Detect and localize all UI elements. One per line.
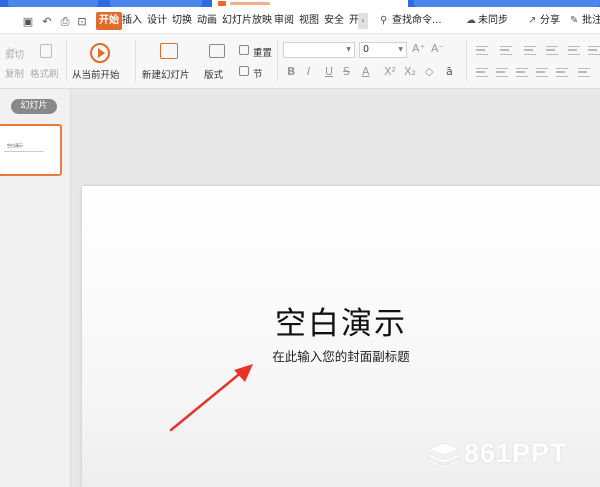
slides-panel: 幻灯片 空白演示 xyxy=(0,89,71,487)
share-icon: ↗ xyxy=(528,15,537,26)
align-center-icon[interactable] xyxy=(496,68,508,77)
menu-design[interactable]: 设计 xyxy=(145,12,169,30)
search-icon: ⚲ xyxy=(380,15,388,26)
comment-icon: ✎ xyxy=(570,15,579,26)
layers-logo-icon xyxy=(428,442,460,468)
subscript-button[interactable]: X₂ xyxy=(404,65,416,79)
review-label: 批注 xyxy=(582,15,600,26)
align-left-icon[interactable] xyxy=(476,68,488,77)
divider xyxy=(135,40,136,82)
watermark: 861PPT xyxy=(428,438,593,470)
bullets-icon[interactable] xyxy=(476,46,488,55)
clear-format-icon[interactable]: ◇ xyxy=(425,65,433,79)
columns-icon[interactable] xyxy=(578,68,590,77)
slide-thumbnail[interactable]: 空白演示 xyxy=(0,124,62,176)
paintbrush-icon xyxy=(40,44,52,58)
divider xyxy=(466,40,467,82)
slide-subtitle[interactable]: 在此输入您的封面副标题 xyxy=(82,346,600,365)
cut-button[interactable]: 剪切 xyxy=(5,47,24,61)
section-button[interactable]: 节 xyxy=(253,66,263,80)
chevron-down-icon: ▼ xyxy=(346,46,351,53)
new-slide-button[interactable]: 新建幻灯片 xyxy=(142,67,190,81)
document-tab[interactable] xyxy=(110,0,202,7)
menu-view[interactable]: 视图 xyxy=(297,12,321,30)
reset-button[interactable]: 重置 xyxy=(253,45,272,59)
font-family-select[interactable]: ▼ xyxy=(283,42,355,58)
print-preview-icon[interactable]: ⊡ xyxy=(76,16,88,27)
menu-security[interactable]: 安全 xyxy=(322,12,346,30)
menu-animation[interactable]: 动画 xyxy=(195,12,219,30)
share-button[interactable]: ↗ 分享 xyxy=(528,12,560,30)
document-tab[interactable] xyxy=(414,0,600,7)
search-command[interactable]: ⚲ 查找命令... xyxy=(380,12,442,30)
review-button[interactable]: ✎ 批注 xyxy=(570,12,600,30)
thumbnail-subtitle-line xyxy=(4,151,44,152)
play-icon[interactable] xyxy=(90,43,110,63)
watermark-text: 861PPT xyxy=(464,438,568,468)
indent-decrease-icon[interactable] xyxy=(524,46,536,55)
ribbon-toolbar: ✂ 剪切 复制 格式刷 从当前开始 新建幻灯片 版式 重置 节 ▼ 0 ▼ A⁺… xyxy=(0,34,600,89)
play-from-current-button[interactable]: 从当前开始 xyxy=(72,67,120,81)
document-tab[interactable] xyxy=(8,0,98,7)
save-icon[interactable]: ▣ xyxy=(22,16,34,27)
copy-button[interactable]: 复制 xyxy=(5,66,24,80)
section-icon xyxy=(239,66,249,76)
cloud-icon: ☁ xyxy=(466,15,476,26)
menu-slideshow[interactable]: 幻灯片放映 xyxy=(220,12,274,30)
search-command-label: 查找命令... xyxy=(392,15,442,26)
menu-home[interactable]: 开始 xyxy=(96,12,122,30)
font-shrink-button[interactable]: A⁻ xyxy=(431,42,444,56)
divider xyxy=(277,40,278,82)
window-tab-strip xyxy=(0,0,600,7)
new-slide-icon[interactable] xyxy=(160,43,178,59)
font-size-select[interactable]: 0 ▼ xyxy=(359,42,407,58)
slide-canvas[interactable]: 空白演示 在此输入您的封面副标题 xyxy=(71,89,600,487)
underline-button[interactable]: U xyxy=(325,65,333,79)
menu-transition[interactable]: 切换 xyxy=(170,12,194,30)
reset-icon xyxy=(239,45,249,55)
superscript-button[interactable]: X² xyxy=(384,65,396,79)
tab-title-placeholder xyxy=(230,2,270,5)
line-spacing-icon[interactable] xyxy=(588,46,600,55)
align-right-icon[interactable] xyxy=(516,68,528,77)
format-painter-button[interactable]: 格式刷 xyxy=(30,66,59,80)
sync-status[interactable]: ☁ 未同步 xyxy=(466,12,508,30)
layout-icon[interactable] xyxy=(209,44,225,58)
numbering-icon[interactable] xyxy=(500,46,512,55)
distribute-icon[interactable] xyxy=(556,68,568,77)
slides-tab[interactable]: 幻灯片 xyxy=(11,99,57,114)
slide-title[interactable]: 空白演示 xyxy=(82,298,600,343)
font-size-value: 0 xyxy=(363,44,370,55)
active-document-tab[interactable] xyxy=(212,0,408,7)
bold-button[interactable]: B xyxy=(287,65,295,79)
annotation-arrow-icon xyxy=(169,364,253,432)
presentation-icon xyxy=(218,1,226,6)
text-direction-icon[interactable] xyxy=(568,46,580,55)
layout-button[interactable]: 版式 xyxy=(204,67,223,81)
undo-icon[interactable]: ↶ xyxy=(41,16,53,27)
thumbnail-title: 空白演示 xyxy=(7,143,23,148)
print-icon[interactable]: ⎙ xyxy=(59,16,71,27)
share-label: 分享 xyxy=(540,15,560,26)
font-color-button[interactable]: A xyxy=(362,65,370,79)
strikethrough-button[interactable]: S xyxy=(343,65,350,79)
char-spacing-button[interactable]: ā xyxy=(446,65,453,79)
menu-review[interactable]: 审阅 xyxy=(272,12,296,30)
italic-button[interactable]: I xyxy=(307,65,310,79)
menu-bar: ▣ ↶ ⎙ ⊡ 开始 插入 设计 切换 动画 幻灯片放映 审阅 视图 安全 开 … xyxy=(0,7,600,34)
sync-label: 未同步 xyxy=(478,15,508,26)
divider xyxy=(66,40,67,82)
menu-more-chevron-icon[interactable]: › xyxy=(358,13,368,29)
align-justify-icon[interactable] xyxy=(536,68,548,77)
menu-insert[interactable]: 插入 xyxy=(120,12,144,30)
chevron-down-icon: ▼ xyxy=(398,46,403,53)
font-grow-button[interactable]: A⁺ xyxy=(412,42,425,56)
indent-increase-icon[interactable] xyxy=(546,46,558,55)
